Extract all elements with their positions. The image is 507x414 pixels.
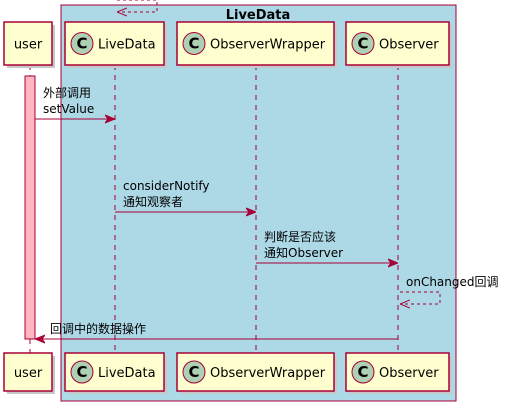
user-activation-bar [24,75,36,340]
livedata-box-title: LiveData [226,8,291,23]
participant-observer-head: C Observer [345,21,452,68]
class-badge-letter: C [76,363,87,381]
message-label: considerNotify [123,179,210,193]
participant-livedata-head: C LiveData [64,21,167,68]
participant-label: user [14,366,43,381]
class-badge-letter: C [357,363,368,381]
message-label: onChanged回调 [406,275,499,289]
participant-label: LiveData [98,366,156,381]
message-label: setValue [43,102,94,116]
participant-label: ObserverWrapper [210,366,326,381]
message-label: 判断是否应该 [264,229,336,244]
class-badge-letter: C [188,35,199,53]
sequence-diagram: LiveData user user C LiveData C LiveData C Obse… [0,0,507,410]
participant-label: user [14,38,43,53]
participant-label: Observer [379,38,439,53]
message-label: 通知Observer [264,246,343,260]
message-label: 回调中的数据操作 [50,321,146,336]
participant-user-foot: user [3,352,55,394]
participant-label: ObserverWrapper [210,38,326,53]
sequence-diagram-canvas: LiveData user user C LiveData C LiveData C Obse… [3,0,499,402]
participant-label: LiveData [98,38,156,53]
class-badge-letter: C [188,363,199,381]
participant-observerwrapper-foot: C ObserverWrapper [176,352,337,394]
class-badge-letter: C [357,35,368,53]
participant-label: Observer [379,366,439,381]
participant-livedata-foot: C LiveData [64,352,167,394]
class-badge-letter: C [76,35,87,53]
message-label: 外部调用 [43,85,91,100]
participant-observerwrapper-head: C ObserverWrapper [176,21,337,68]
message-label: 通知观察者 [123,195,183,209]
participant-observer-foot: C Observer [345,352,452,394]
participant-user-head: user [3,21,55,68]
